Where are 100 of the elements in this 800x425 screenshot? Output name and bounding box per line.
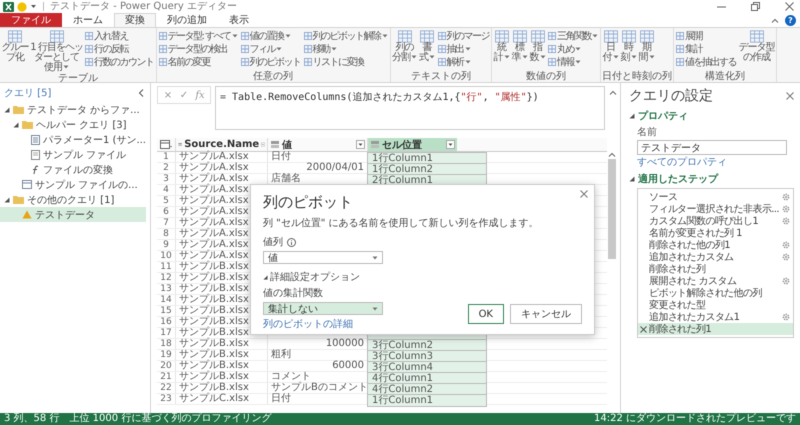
ribbon-tab[interactable]: 表示 [218,13,260,27]
formula-field[interactable]: = Table.RemoveColumns(追加されたカスタム1,{"行", "属性"}) [215,86,605,130]
gear-icon[interactable] [782,241,790,249]
ribbon-button[interactable]: 列のピボット [240,55,302,68]
scrollbar-thumb[interactable] [608,159,616,259]
chevron-up-icon[interactable] [609,90,617,95]
applied-step[interactable]: 追加されたカスタム1 [638,311,793,323]
aggregate-select[interactable]: 集計しない [263,302,383,315]
ribbon-button[interactable]: フィル [240,42,302,55]
ribbon-tab[interactable]: ホーム [62,13,114,27]
ribbon-button[interactable]: 書式 [418,29,436,71]
filter-dropdown-icon[interactable] [446,140,455,149]
close-icon[interactable] [786,92,794,100]
ribbon-button[interactable]: 三角関数 [547,29,600,42]
column-header[interactable]: セル位置 [367,138,457,151]
caret-icon[interactable] [30,4,37,9]
ribbon-tab[interactable]: 列の追加 [156,13,218,27]
filter-dropdown-icon[interactable] [356,140,365,149]
ribbon-button[interactable]: 情報 [547,55,600,68]
ribbon-button[interactable]: 列の分割 [392,29,418,71]
gear-icon[interactable] [782,313,790,321]
ribbon-button[interactable]: 列のピボット解除 [302,29,389,42]
applied-step[interactable]: フィルター選択された非表示... [638,203,793,215]
delete-icon[interactable] [640,326,647,332]
applied-step[interactable]: 名前が変更された列 1 [638,227,793,239]
column-header[interactable]: 値 [267,138,367,151]
info-icon[interactable] [287,238,296,246]
gear-icon[interactable] [782,217,790,225]
file-tab[interactable]: ファイル [0,13,62,27]
applied-step[interactable]: 削除された他の列1 [638,239,793,251]
gear-icon[interactable] [782,277,790,285]
applied-step[interactable]: ピボット解除された他の列 [638,287,793,299]
data-type-icon[interactable] [270,140,280,149]
ribbon-button[interactable]: 抽出 [436,42,490,55]
ribbon-button[interactable]: 解析 [436,55,490,68]
data-type-icon[interactable] [178,140,182,149]
scroll-up-icon[interactable] [608,152,616,157]
expand-triangle-icon[interactable] [629,113,635,119]
ribbon-button[interactable]: リストに変換 [302,55,389,68]
ribbon-button[interactable]: 行の反転 [84,42,154,55]
values-column-select[interactable]: 値 [263,251,383,264]
ribbon-button[interactable]: 統計 [493,29,510,71]
column-header[interactable]: Source.Name [175,138,267,151]
expand-triangle-icon[interactable] [629,176,635,182]
applied-step[interactable]: 削除された列1 [638,323,793,335]
ribbon-button[interactable]: 期間 [638,29,656,71]
table-menu-icon[interactable] [157,140,175,149]
applied-step[interactable]: 展開された カスタム [638,275,793,287]
ribbon-button[interactable]: 丸め [547,42,600,55]
gear-icon[interactable] [782,253,790,261]
ribbon-button[interactable]: 名前の変更 [158,55,239,68]
table-icon [638,30,655,43]
help-button[interactable]: ? [785,14,796,26]
ribbon-button[interactable]: 展開 [675,29,738,42]
ok-button[interactable]: OK [468,304,504,324]
row-number: 1 [162,152,170,162]
ribbon-button[interactable]: 集計 [675,42,738,55]
ribbon-tab[interactable]: 変換 [114,13,156,27]
ribbon-button[interactable]: 行数のカウント [84,55,154,68]
ribbon-button[interactable]: 1 行目をヘッダーとして使用 [30,29,83,73]
ribbon-button[interactable]: 日付 [602,29,620,71]
query-tree-item[interactable]: サンプル ファイルの... [0,177,146,192]
query-tree-item[interactable]: テストデータ からファ... [0,102,146,117]
all-properties-link[interactable]: すべてのプロパティ [637,157,727,168]
expand-triangle-icon[interactable] [4,196,10,202]
query-tree-item[interactable]: テストデータ [0,207,146,222]
query-tree-item[interactable]: ヘルパー クエリ [3] [0,117,146,132]
ribbon-button[interactable]: グループ化 [1,29,29,73]
ribbon-button[interactable]: 標準 [511,29,528,71]
query-tree-item[interactable]: ファイルの変換 [0,162,146,177]
ribbon-button[interactable]: データ型の検出 [158,42,239,55]
ribbon-button[interactable]: 値の置換 [240,29,302,42]
expand-triangle-icon[interactable] [13,122,19,128]
ribbon-button[interactable]: 入れ替え [84,29,154,42]
restore-icon[interactable] [751,2,760,11]
expand-triangle-icon[interactable] [4,106,10,112]
ribbon-button[interactable]: データ型: すべて [158,29,239,42]
group-label: 構造化列 [704,71,746,82]
close-icon[interactable] [580,190,588,198]
query-tree-item[interactable]: その他のクエリ [1] [0,192,146,207]
ribbon-button[interactable]: データ型の作成 [738,29,776,71]
ribbon-button[interactable]: 列のマージ [436,29,490,42]
cancel-button[interactable]: キャンセル [510,304,582,324]
query-tree-item[interactable]: サンプル ファイル [0,147,146,162]
ribbon-button[interactable]: 時刻 [620,29,638,71]
query-tree-item[interactable]: パラメーター1 (サン... [0,132,146,147]
applied-step[interactable]: 変更された型 [638,299,793,311]
collapse-panel-icon[interactable] [138,89,144,97]
ribbon-button[interactable]: 値を抽出する [675,55,738,68]
applied-step[interactable]: 削除された列 [638,263,793,275]
close-icon[interactable] [785,2,794,11]
applied-step[interactable]: ソース [638,191,793,203]
name-field[interactable]: テストデータ [637,140,787,155]
gear-icon[interactable] [782,193,790,201]
collapse-ribbon-icon[interactable] [771,18,779,22]
applied-step[interactable]: 追加されたカスタム [638,251,793,263]
ribbon-button[interactable]: 移動 [302,42,389,55]
gear-icon[interactable] [782,205,790,213]
applied-step[interactable]: カスタム関数の呼び出し1 [638,215,793,227]
ribbon-button[interactable]: 指数 [529,29,546,71]
